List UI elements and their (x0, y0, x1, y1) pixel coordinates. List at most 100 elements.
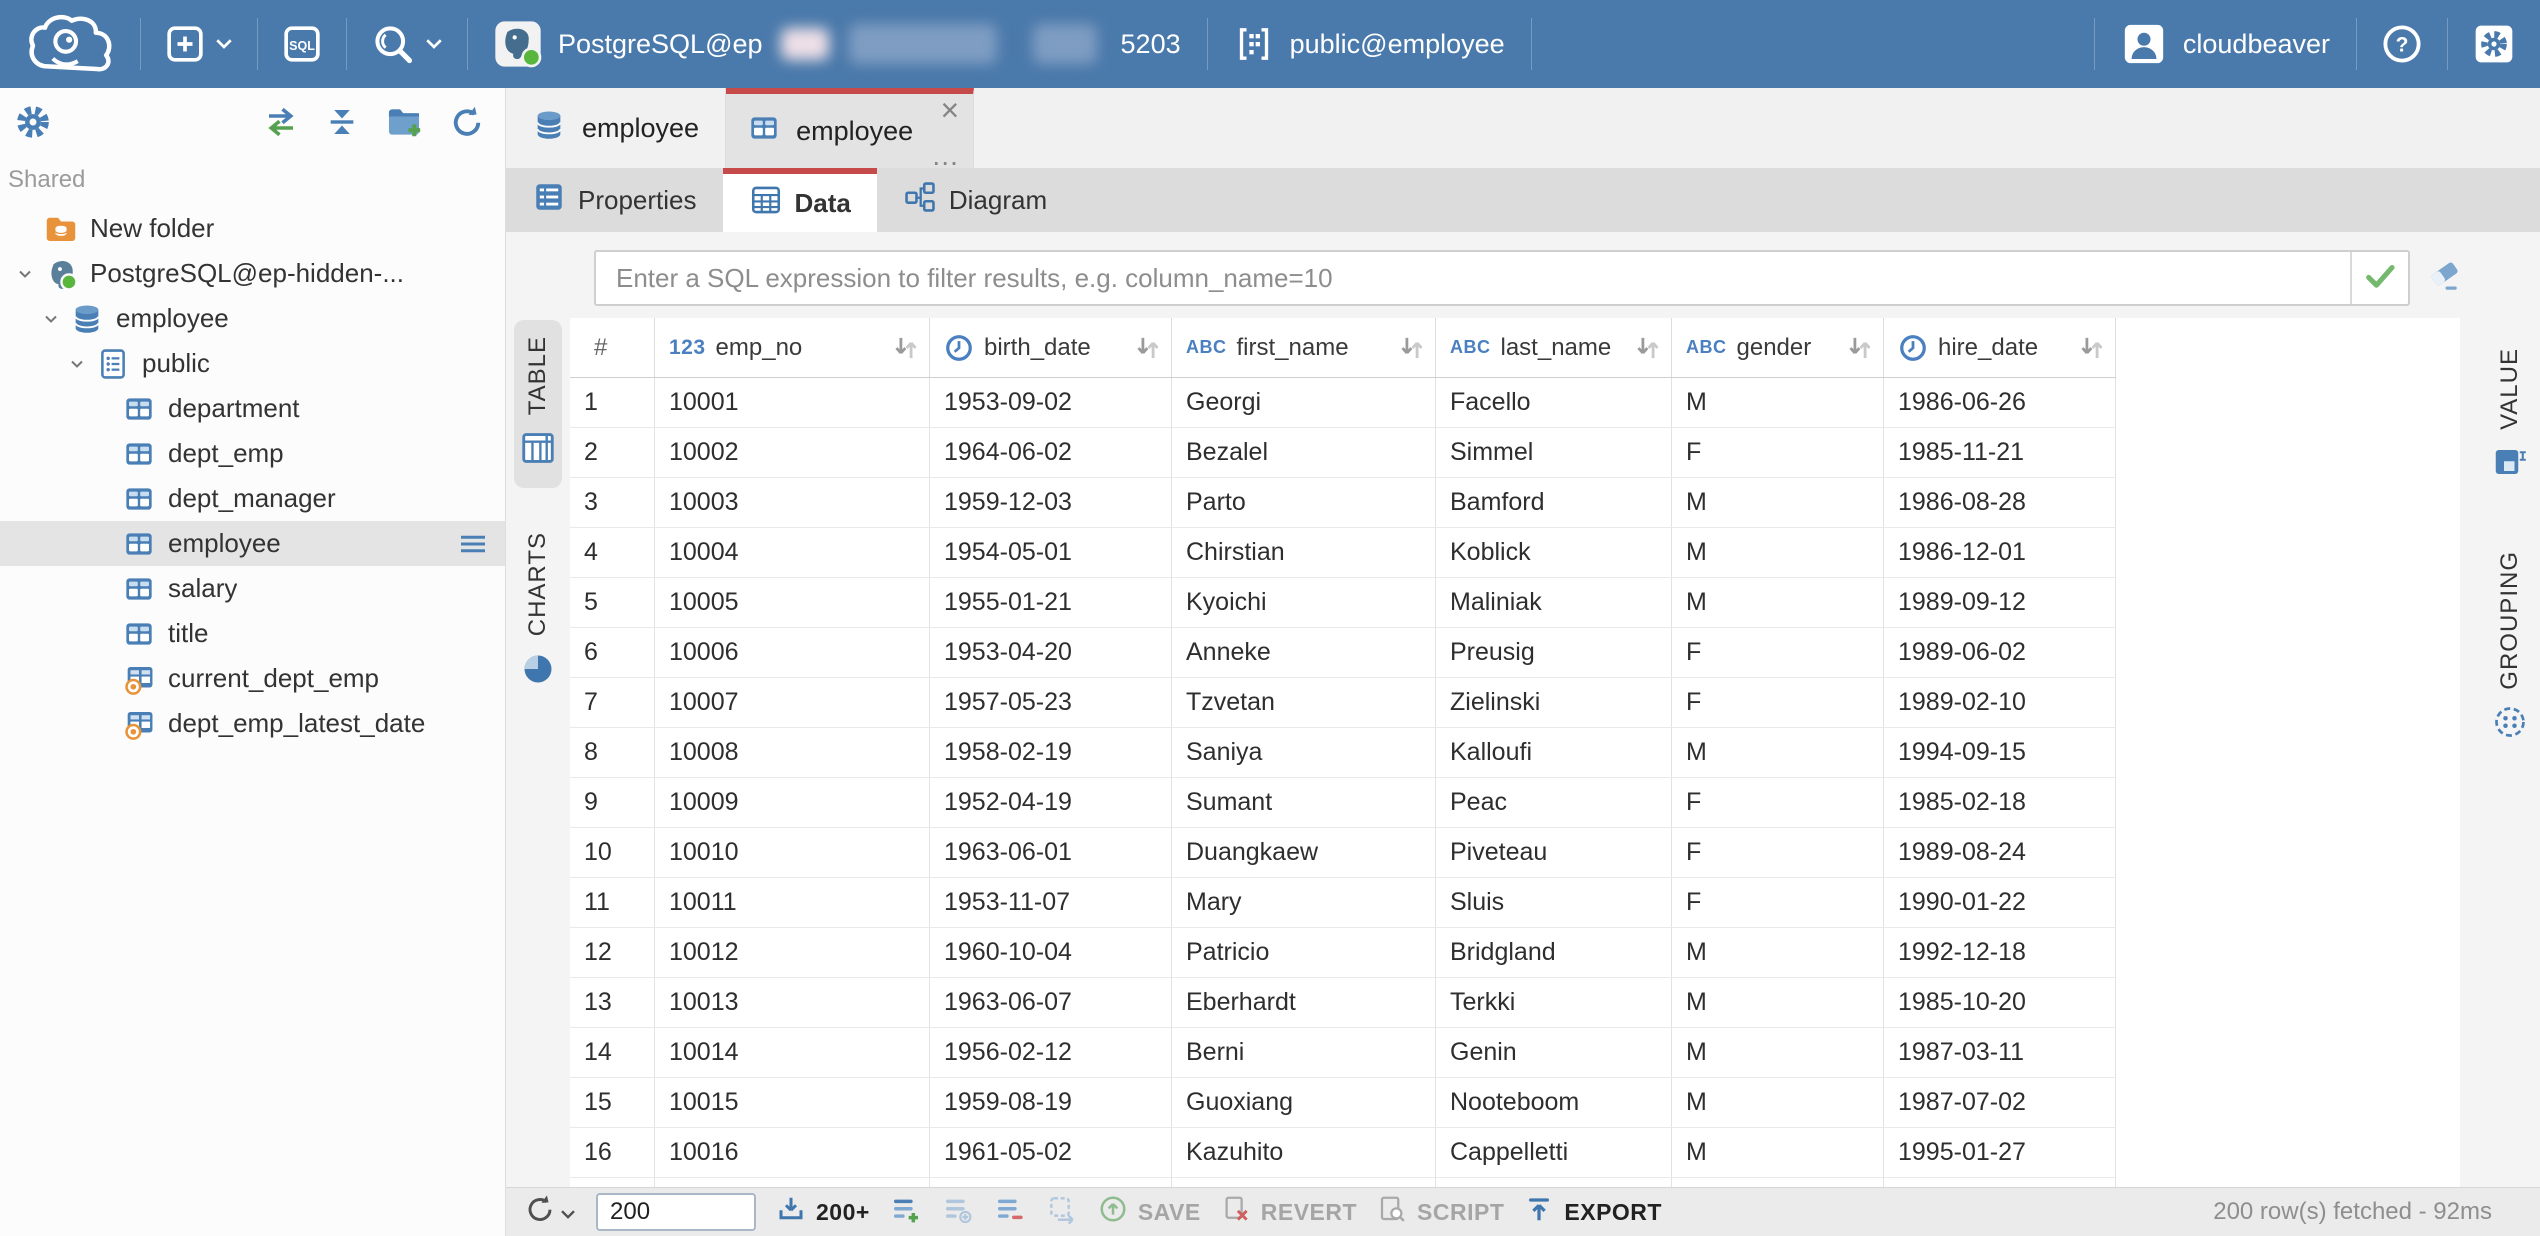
caret-white-icon[interactable] (425, 38, 443, 50)
grid-cell[interactable]: M (1672, 728, 1884, 777)
grid-cell[interactable]: Kalloufi (1436, 728, 1672, 777)
grid-cell[interactable]: Guoxiang (1172, 1078, 1436, 1127)
grid-cell[interactable]: M (1672, 478, 1884, 527)
grid-cell[interactable]: 10016 (655, 1128, 930, 1177)
grid-cell[interactable]: Bridgland (1436, 928, 1672, 977)
grid-cell[interactable]: 1953-11-07 (930, 878, 1172, 927)
grid-cell[interactable]: Simmel (1436, 428, 1672, 477)
row-number-cell[interactable]: 8 (570, 728, 655, 777)
tree-chevron-icon[interactable] (10, 264, 40, 284)
grid-cell[interactable]: Patricio (1172, 928, 1436, 977)
collapse-all-icon[interactable] (325, 105, 359, 144)
grid-cell[interactable]: Kyoichi (1172, 578, 1436, 627)
tree-item[interactable]: current_dept_emp (0, 656, 505, 701)
row-number-cell[interactable]: 7 (570, 678, 655, 727)
add-folder-icon[interactable] (385, 103, 423, 146)
grid-cell[interactable]: 1953-09-02 (930, 378, 1172, 427)
schema-selector[interactable]: public@employee (1208, 0, 1531, 88)
row-number-cell[interactable] (570, 1178, 655, 1187)
grid-cell[interactable]: Terkki (1436, 978, 1672, 1027)
grid-cell[interactable]: Anneke (1172, 628, 1436, 677)
column-header[interactable]: ABC last_name (1436, 318, 1672, 377)
grid-cell[interactable] (1672, 1178, 1884, 1187)
grid-cell[interactable]: F (1672, 678, 1884, 727)
menu-icon[interactable] (455, 526, 491, 562)
connection-selector[interactable]: PostgreSQL@ep 5203 (468, 0, 1207, 88)
grid-cell[interactable]: 1986-12-01 (1884, 528, 2116, 577)
user-menu[interactable]: cloudbeaver (2095, 0, 2356, 88)
tree-item[interactable]: employee (0, 521, 505, 566)
tree-item[interactable]: salary (0, 566, 505, 611)
caret-white-icon[interactable] (215, 38, 233, 50)
grid-cell[interactable]: Peac (1436, 778, 1672, 827)
grid-cell[interactable]: 1956-02-12 (930, 1028, 1172, 1077)
grid-cell[interactable]: 1995-01-27 (1884, 1128, 2116, 1177)
close-icon[interactable]: × (940, 94, 959, 126)
grid-cell[interactable]: Preusig (1436, 628, 1672, 677)
tree-item[interactable]: New folder (0, 206, 505, 251)
row-number-cell[interactable]: 4 (570, 528, 655, 577)
tree-item[interactable]: dept_emp_latest_date (0, 701, 505, 746)
grid-cell[interactable]: 1959-08-19 (930, 1078, 1172, 1127)
tree-item[interactable]: department (0, 386, 505, 431)
grid-cell[interactable]: Tzvetan (1172, 678, 1436, 727)
grid-cell[interactable]: 1957-05-23 (930, 678, 1172, 727)
grid-cell[interactable]: Kazuhito (1172, 1128, 1436, 1177)
grid-cell[interactable]: 10013 (655, 978, 930, 1027)
grid-cell[interactable]: Bezalel (1172, 428, 1436, 477)
grid-cell[interactable]: M (1672, 528, 1884, 577)
column-header[interactable]: ABC gender (1672, 318, 1884, 377)
grid-cell[interactable]: 10010 (655, 828, 930, 877)
grid-cell[interactable]: Cappelletti (1436, 1128, 1672, 1177)
tree-item[interactable]: employee (0, 296, 505, 341)
column-header[interactable]: 123 emp_no (655, 318, 930, 377)
grid-cell[interactable] (1172, 1178, 1436, 1187)
grid-cell[interactable]: F (1672, 878, 1884, 927)
grid-cell[interactable]: 1960-10-04 (930, 928, 1172, 977)
grid-cell[interactable]: 1958-02-19 (930, 728, 1172, 777)
tab-employee-table[interactable]: employee × … (726, 88, 974, 168)
grid-cell[interactable]: M (1672, 978, 1884, 1027)
grid-cell[interactable]: 1955-01-21 (930, 578, 1172, 627)
tree-item[interactable]: public (0, 341, 505, 386)
row-number-cell[interactable]: 9 (570, 778, 655, 827)
grid-cell[interactable]: Facello (1436, 378, 1672, 427)
grid-cell[interactable]: M (1672, 578, 1884, 627)
settings-button[interactable] (2448, 0, 2540, 88)
grid-cell[interactable]: 10011 (655, 878, 930, 927)
grid-cell[interactable]: 1953-04-20 (930, 628, 1172, 677)
grid-cell[interactable]: M (1672, 1078, 1884, 1127)
grid-cell[interactable]: 1987-03-11 (1884, 1028, 2116, 1077)
grid-cell[interactable]: Eberhardt (1172, 978, 1436, 1027)
panel-tab[interactable]: GROUPING (2487, 535, 2533, 761)
grid-cell[interactable]: 1985-11-21 (1884, 428, 2116, 477)
grid-cell[interactable]: Koblick (1436, 528, 1672, 577)
grid-cell[interactable] (655, 1178, 930, 1187)
presentation-tab[interactable]: CHARTS (515, 516, 561, 707)
column-header[interactable]: # (570, 318, 655, 377)
grid-cell[interactable]: 1986-08-28 (1884, 478, 2116, 527)
grid-cell[interactable]: 1964-06-02 (930, 428, 1172, 477)
copy-result-button[interactable] (1046, 1193, 1078, 1231)
duplicate-row-button[interactable] (942, 1193, 974, 1231)
grid-cell[interactable]: 10001 (655, 378, 930, 427)
grid-cell[interactable]: Maliniak (1436, 578, 1672, 627)
export-button[interactable]: EXPORT (1524, 1194, 1662, 1230)
grid-cell[interactable]: M (1672, 378, 1884, 427)
tab-employee-database[interactable]: employee (506, 88, 726, 168)
link-editor-icon[interactable] (263, 104, 299, 145)
tree-item[interactable]: title (0, 611, 505, 656)
row-number-cell[interactable]: 10 (570, 828, 655, 877)
row-number-cell[interactable]: 13 (570, 978, 655, 1027)
tree-item[interactable]: dept_manager (0, 476, 505, 521)
grid-cell[interactable]: 1963-06-01 (930, 828, 1172, 877)
column-header[interactable]: ABC first_name (1172, 318, 1436, 377)
grid-cell[interactable]: Bamford (1436, 478, 1672, 527)
grid-cell[interactable]: 1963-06-07 (930, 978, 1172, 1027)
row-number-cell[interactable]: 16 (570, 1128, 655, 1177)
grid-cell[interactable]: Duangkaew (1172, 828, 1436, 877)
grid-cell[interactable]: Chirstian (1172, 528, 1436, 577)
refresh-result-button[interactable] (524, 1193, 576, 1231)
tree-item[interactable]: PostgreSQL@ep-hidden-... (0, 251, 505, 296)
new-connection-button[interactable] (141, 0, 257, 88)
